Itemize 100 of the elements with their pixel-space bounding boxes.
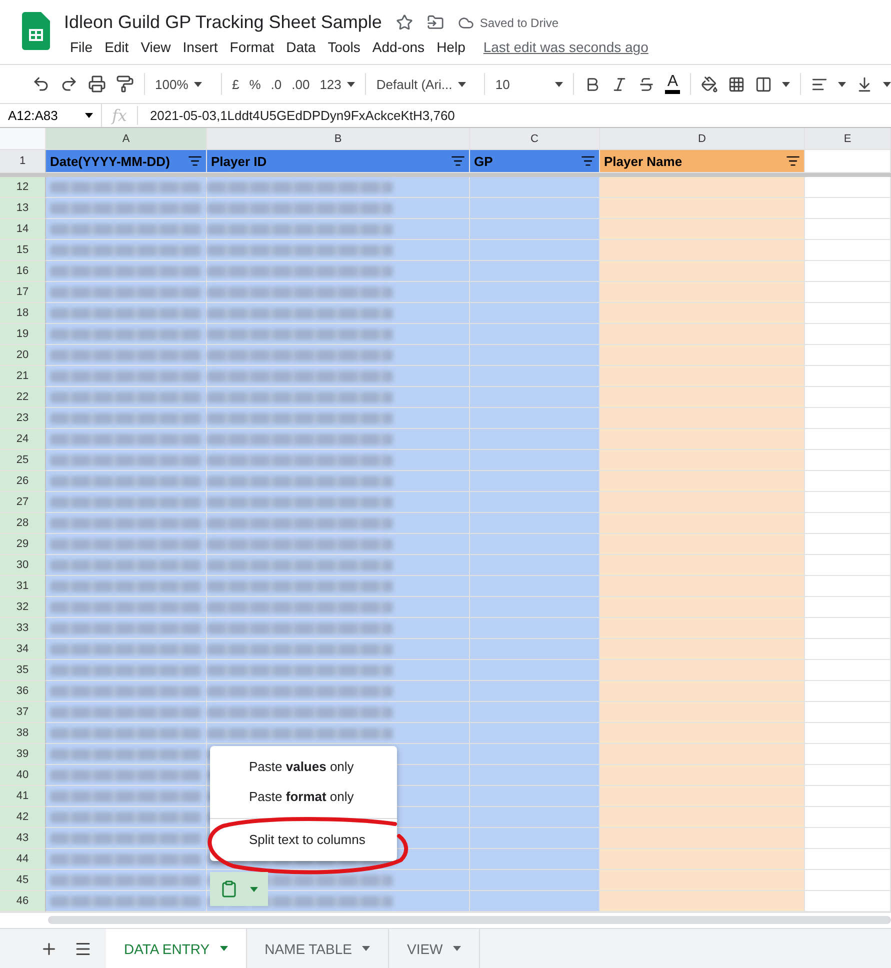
grid-cell[interactable] — [470, 345, 600, 366]
row-header[interactable]: 45 — [0, 870, 46, 891]
grid-cell[interactable] — [46, 429, 207, 450]
grid-cell[interactable] — [600, 450, 805, 471]
menu-option[interactable]: Paste format only — [210, 782, 397, 812]
grid-cell[interactable] — [470, 408, 600, 429]
grid-cell[interactable] — [46, 492, 207, 513]
grid-cell[interactable] — [46, 870, 207, 891]
row-header[interactable]: 36 — [0, 681, 46, 702]
grid-cell[interactable] — [207, 639, 470, 660]
grid-cell[interactable] — [805, 450, 891, 471]
row-header[interactable]: 17 — [0, 282, 46, 303]
row-header[interactable]: 43 — [0, 828, 46, 849]
grid-cell[interactable] — [46, 849, 207, 870]
row-header[interactable]: 21 — [0, 366, 46, 387]
grid-cell[interactable] — [805, 534, 891, 555]
grid-cell[interactable] — [470, 513, 600, 534]
grid-cell[interactable] — [46, 807, 207, 828]
grid-cell[interactable] — [46, 513, 207, 534]
row-header[interactable]: 44 — [0, 849, 46, 870]
grid-cell[interactable] — [46, 702, 207, 723]
grid-cell[interactable] — [46, 471, 207, 492]
column-header[interactable]: B — [207, 128, 470, 150]
row-header[interactable]: 38 — [0, 723, 46, 744]
grid-cell[interactable] — [600, 765, 805, 786]
grid-cell[interactable] — [600, 513, 805, 534]
grid-cell[interactable] — [600, 324, 805, 345]
grid-cell[interactable] — [470, 366, 600, 387]
menu-option[interactable]: Split text to columns — [210, 825, 397, 855]
sheet-tab[interactable]: DATA ENTRY — [106, 929, 247, 968]
grid-cell[interactable] — [600, 807, 805, 828]
filter-icon[interactable] — [786, 154, 800, 168]
grid-cell[interactable] — [207, 387, 470, 408]
grid-cell[interactable] — [805, 429, 891, 450]
grid-cell[interactable] — [46, 282, 207, 303]
name-box[interactable]: A12:A83 — [0, 104, 102, 127]
grid-cell[interactable] — [600, 303, 805, 324]
menu-item[interactable]: Tools — [322, 39, 366, 55]
grid-cell[interactable] — [470, 534, 600, 555]
row-header[interactable]: 32 — [0, 597, 46, 618]
grid-cell[interactable] — [207, 618, 470, 639]
grid-cell[interactable] — [470, 849, 600, 870]
grid-cell[interactable] — [207, 555, 470, 576]
undo-icon[interactable] — [32, 75, 50, 93]
increase-decimal-button[interactable]: .00 — [292, 76, 310, 92]
grid-cell[interactable] — [805, 303, 891, 324]
row-header[interactable]: 39 — [0, 744, 46, 765]
row-header[interactable]: 20 — [0, 345, 46, 366]
grid-cell[interactable] — [805, 891, 891, 912]
grid-cell[interactable] — [805, 513, 891, 534]
grid-cell[interactable] — [805, 702, 891, 723]
filter-icon[interactable] — [451, 154, 465, 168]
grid-cell[interactable] — [805, 261, 891, 282]
menu-item[interactable]: Data — [280, 39, 322, 55]
grid-cell[interactable] — [46, 723, 207, 744]
column-header[interactable]: D — [600, 128, 805, 150]
zoom-select[interactable]: 100% — [155, 76, 211, 92]
grid-cell[interactable] — [470, 702, 600, 723]
row-header[interactable]: 25 — [0, 450, 46, 471]
grid-cell[interactable] — [600, 492, 805, 513]
row-header[interactable]: 27 — [0, 492, 46, 513]
row-header[interactable]: 26 — [0, 471, 46, 492]
grid-cell[interactable] — [470, 828, 600, 849]
grid-cell[interactable] — [470, 219, 600, 240]
currency-button[interactable]: £ — [232, 76, 240, 92]
grid-cell[interactable] — [600, 198, 805, 219]
row-header[interactable]: 42 — [0, 807, 46, 828]
grid-cell[interactable] — [600, 555, 805, 576]
grid-cell[interactable] — [207, 261, 470, 282]
strikethrough-icon[interactable] — [638, 76, 656, 92]
grid-cell[interactable] — [470, 597, 600, 618]
folder-icon[interactable] — [426, 14, 444, 31]
grid-cell[interactable] — [470, 177, 600, 198]
sheet-tab[interactable]: VIEW — [388, 929, 480, 968]
grid-cell[interactable] — [207, 408, 470, 429]
row-header[interactable]: 29 — [0, 534, 46, 555]
grid-cell[interactable] — [600, 891, 805, 912]
grid-cell[interactable] — [805, 177, 891, 198]
select-all-corner[interactable] — [0, 128, 46, 150]
menu-item[interactable]: Add-ons — [366, 39, 431, 55]
row-header[interactable]: 37 — [0, 702, 46, 723]
grid-cell[interactable] — [46, 639, 207, 660]
grid-cell[interactable] — [470, 891, 600, 912]
row-header[interactable]: 33 — [0, 618, 46, 639]
row-header[interactable]: 1 — [0, 150, 46, 173]
grid-cell[interactable] — [46, 681, 207, 702]
grid-cell[interactable] — [805, 150, 891, 173]
row-header[interactable]: 40 — [0, 765, 46, 786]
font-select[interactable]: Default (Ari... — [376, 76, 474, 92]
grid-cell[interactable] — [470, 240, 600, 261]
grid-cell[interactable] — [600, 702, 805, 723]
merge-icon[interactable] — [755, 76, 772, 92]
grid-cell[interactable] — [46, 597, 207, 618]
paste-options-menu[interactable] — [210, 872, 268, 906]
grid-cell[interactable] — [207, 198, 470, 219]
grid-cell[interactable] — [46, 324, 207, 345]
grid-cell[interactable] — [600, 639, 805, 660]
menu-item[interactable]: Edit — [98, 39, 135, 55]
grid-cell[interactable] — [46, 303, 207, 324]
grid-cell[interactable] — [600, 219, 805, 240]
